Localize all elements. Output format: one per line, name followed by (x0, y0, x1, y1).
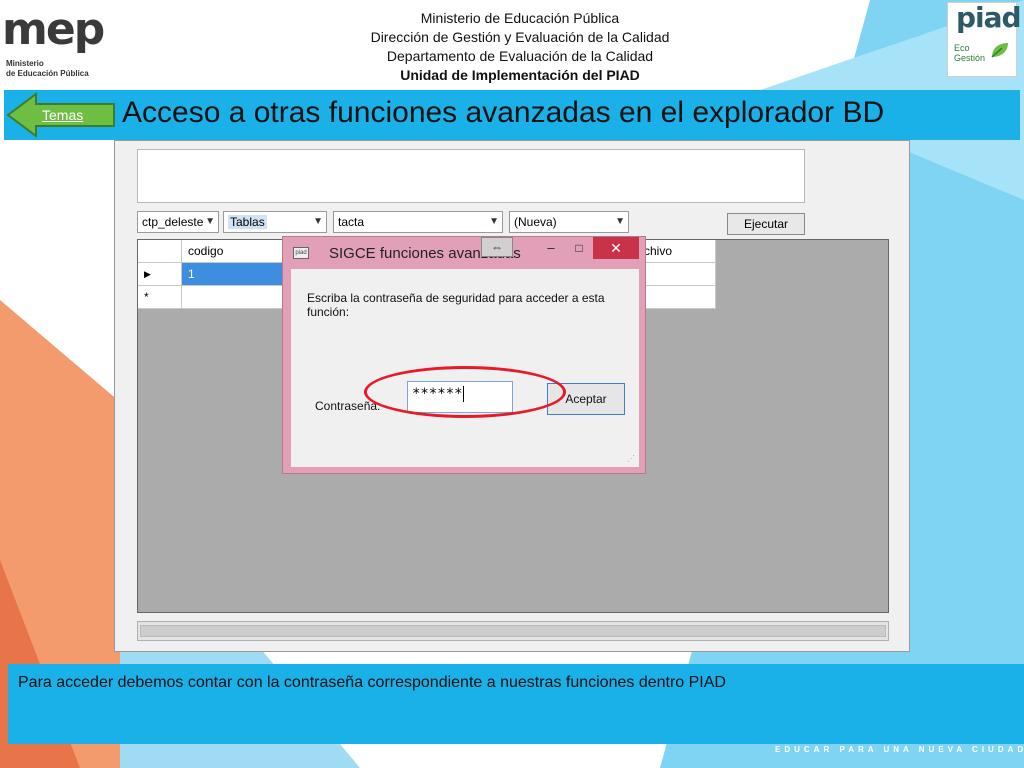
resize-arrows-icon[interactable]: ⇔ (481, 237, 513, 257)
close-button[interactable]: ✕ (593, 237, 639, 259)
header-line-department: Departamento de Evaluación de la Calidad (386, 48, 654, 64)
piad-logo-word: piad (956, 1, 1022, 34)
header-line-unit: Unidad de Implementación del PIAD (400, 67, 640, 83)
piad-logo-eco-text: Eco Gestión (954, 43, 985, 63)
grid-cell-codigo-new[interactable] (182, 286, 292, 309)
column-header-archivo[interactable]: chivo (638, 240, 716, 263)
mep-logo-subtitle-1: Ministerio (6, 59, 44, 68)
header-line-ministry: Ministerio de Educación Pública (420, 10, 620, 26)
database-select[interactable]: ctp_deleste ▼ (137, 211, 219, 233)
chevron-down-icon: ▼ (313, 216, 323, 227)
dialog-message: Escriba la contraseña de seguridad para … (307, 291, 605, 319)
app-icon: piad (293, 247, 309, 259)
minimize-button[interactable]: – (539, 239, 563, 259)
database-select-value: ctp_deleste (142, 215, 204, 229)
row-marker-new: * (138, 286, 182, 309)
query-select[interactable]: (Nueva) ▼ (509, 211, 629, 233)
chevron-down-icon: ▼ (615, 216, 625, 227)
highlight-ellipse (364, 366, 566, 418)
mep-logo: mep Ministerio de Educación Pública (2, 2, 105, 82)
piad-logo: piad Eco Gestión (947, 1, 1022, 77)
slide-title: Acceso a otras funciones avanzadas en el… (122, 96, 885, 129)
row-marker-current: ▶ (138, 263, 182, 286)
column-header-codigo[interactable]: codigo (182, 240, 292, 263)
object-type-select-value: Tablas (228, 215, 267, 229)
advanced-functions-dialog: piad SIGCE funciones avanzadas ⇔ – □ ✕ E… (282, 236, 646, 474)
table-select[interactable]: tacta ▼ (333, 211, 503, 233)
piad-eco-line-2: Gestión (954, 53, 986, 63)
piad-eco-line-1: Eco (954, 43, 970, 53)
maximize-button[interactable]: □ (567, 239, 591, 259)
horizontal-scrollbar[interactable] (137, 621, 889, 641)
query-select-value: (Nueva) (514, 215, 557, 229)
mep-logo-subtitle-2: de Educación Pública (6, 69, 89, 78)
slide-header: mep Ministerio de Educación Pública Mini… (0, 0, 1024, 88)
chevron-down-icon: ▼ (489, 216, 499, 227)
sql-query-textarea[interactable] (137, 149, 805, 203)
footer-slogan: EDUCAR PARA UNA NUEVA CIUDADANÍA (775, 745, 1024, 754)
grid-corner-header (138, 240, 182, 263)
leaf-icon (991, 43, 1008, 58)
scrollbar-thumb[interactable] (140, 625, 886, 637)
execute-button[interactable]: Ejecutar (727, 213, 805, 235)
grid-cell-archivo-new[interactable] (638, 286, 716, 309)
mep-logo-word: mep (2, 4, 105, 55)
caption-bar: Para acceder debemos contar con la contr… (8, 664, 1024, 744)
table-select-value: tacta (338, 215, 365, 229)
header-line-direction: Dirección de Gestión y Evaluación de la … (370, 29, 670, 45)
resize-grip-icon[interactable]: ⋰ (627, 454, 635, 463)
grid-cell-codigo-1[interactable]: 1 (182, 263, 292, 286)
object-type-select[interactable]: Tablas ▼ (223, 211, 327, 233)
grid-cell-archivo-1[interactable] (638, 263, 716, 286)
temas-link[interactable]: Temas (42, 107, 83, 123)
chevron-down-icon: ▼ (205, 216, 215, 227)
caption-text: Para acceder debemos contar con la contr… (18, 674, 726, 691)
slide-title-bar: Temas Acceso a otras funciones avanzadas… (4, 90, 1020, 140)
